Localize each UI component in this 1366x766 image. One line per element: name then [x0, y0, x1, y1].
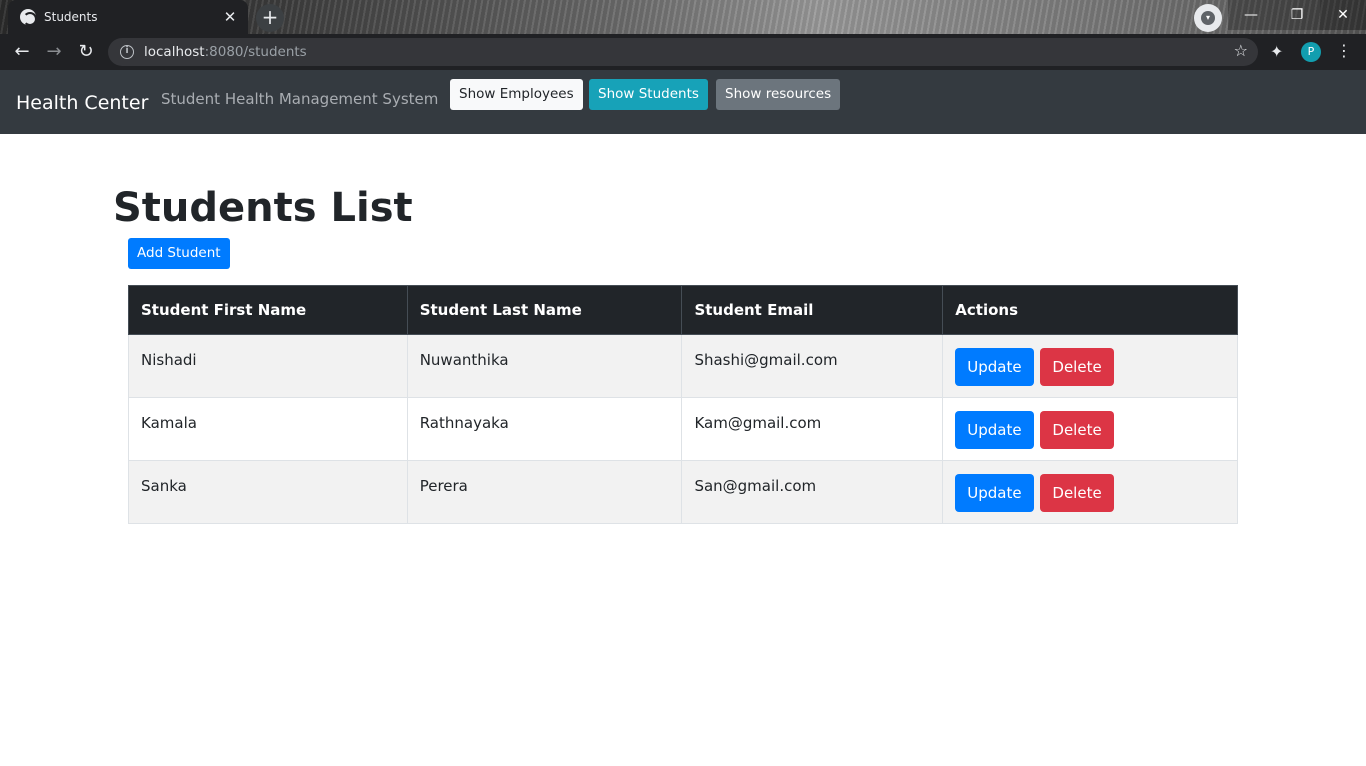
- url-path: :8080/students: [204, 44, 307, 60]
- back-arrow-icon[interactable]: ←: [10, 40, 34, 64]
- cell-email: Kam@gmail.com: [681, 397, 944, 461]
- window-minimize-button[interactable]: —: [1228, 0, 1274, 30]
- browser-tab-students[interactable]: Students ✕: [8, 0, 248, 34]
- cell-actions: Update Delete: [942, 460, 1238, 524]
- navbar-brand[interactable]: Health Center: [16, 92, 148, 114]
- delete-button[interactable]: Delete: [1040, 411, 1114, 449]
- bookmark-star-icon[interactable]: ☆: [1234, 41, 1248, 60]
- cell-first-name: Nishadi: [128, 334, 408, 398]
- globe-icon: [20, 9, 37, 26]
- cell-first-name: Kamala: [128, 397, 408, 461]
- table-row: Sanka Perera San@gmail.com Update Delete: [128, 460, 1238, 524]
- tab-close-icon[interactable]: ✕: [222, 8, 238, 26]
- url-host: localhost: [144, 44, 205, 60]
- cell-first-name: Sanka: [128, 460, 408, 524]
- tab-search-button[interactable]: ▾: [1194, 4, 1222, 32]
- cell-last-name: Nuwanthika: [406, 334, 683, 398]
- header-first-name: Student First Name: [128, 285, 408, 335]
- app-navbar: Health Center Student Health Management …: [0, 70, 1366, 134]
- header-last-name: Student Last Name: [406, 285, 683, 335]
- cell-last-name: Rathnayaka: [406, 397, 683, 461]
- table-row: Nishadi Nuwanthika Shashi@gmail.com Upda…: [128, 334, 1238, 398]
- window-maximize-button[interactable]: ❐: [1274, 0, 1320, 30]
- table-row: Kamala Rathnayaka Kam@gmail.com Update D…: [128, 397, 1238, 461]
- info-icon[interactable]: i: [120, 45, 134, 59]
- window-close-button[interactable]: ✕: [1320, 0, 1366, 30]
- header-actions: Actions: [942, 285, 1238, 335]
- show-students-button[interactable]: Show Students: [589, 79, 708, 110]
- table-header-row: Student First Name Student Last Name Stu…: [128, 285, 1238, 335]
- cell-actions: Update Delete: [942, 334, 1238, 398]
- cell-email: San@gmail.com: [681, 460, 944, 524]
- cell-last-name: Perera: [406, 460, 683, 524]
- browser-toolbar: ← → ↻ i localhost:8080/students ☆: [0, 34, 1366, 70]
- show-resources-button[interactable]: Show resources: [716, 79, 841, 110]
- update-button[interactable]: Update: [955, 348, 1034, 386]
- students-table: Student First Name Student Last Name Stu…: [128, 285, 1238, 524]
- update-button[interactable]: Update: [955, 411, 1034, 449]
- update-button[interactable]: Update: [955, 474, 1034, 512]
- browser-tabstrip: Students ✕ + ▾ — ❐ ✕: [0, 0, 1366, 34]
- students-table-container: Student First Name Student Last Name Stu…: [128, 285, 1238, 524]
- delete-button[interactable]: Delete: [1040, 474, 1114, 512]
- cell-actions: Update Delete: [942, 397, 1238, 461]
- chevron-down-icon: ▾: [1201, 11, 1215, 25]
- address-bar[interactable]: i localhost:8080/students ☆: [108, 38, 1258, 66]
- new-tab-button[interactable]: +: [256, 4, 284, 32]
- extensions-puzzle-icon[interactable]: ✦: [1270, 42, 1283, 61]
- show-employees-button[interactable]: Show Employees: [450, 79, 583, 110]
- tab-title: Students: [44, 10, 98, 24]
- profile-avatar[interactable]: P: [1301, 42, 1321, 62]
- navbar-subtitle: Student Health Management System: [161, 90, 439, 108]
- header-email: Student Email: [681, 285, 944, 335]
- reload-icon[interactable]: ↻: [74, 40, 98, 64]
- delete-button[interactable]: Delete: [1040, 348, 1114, 386]
- forward-arrow-icon[interactable]: →: [42, 40, 66, 64]
- page-title: Students List: [113, 185, 413, 231]
- add-student-button[interactable]: Add Student: [128, 238, 230, 269]
- menu-kebab-icon[interactable]: ⋮: [1336, 42, 1352, 60]
- cell-email: Shashi@gmail.com: [681, 334, 944, 398]
